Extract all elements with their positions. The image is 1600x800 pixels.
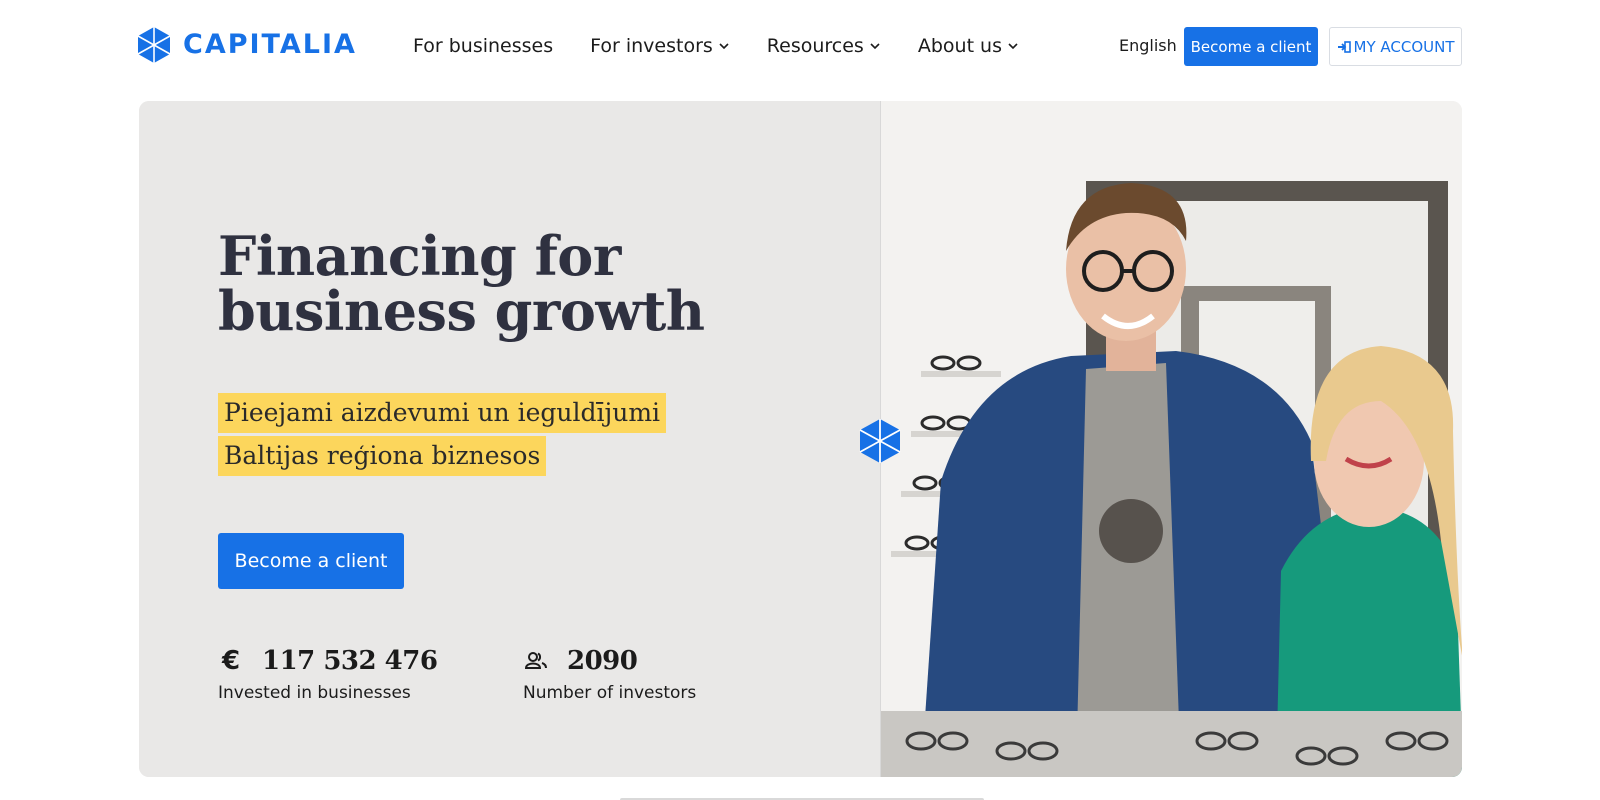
nav-for-businesses[interactable]: For businesses — [413, 35, 553, 57]
chevron-down-icon — [1007, 40, 1019, 52]
nav-label: For investors — [590, 35, 713, 57]
hero-subtitle-line1: Pieejami aizdevumi un ieguldījumi — [218, 393, 667, 433]
become-client-button-header[interactable]: Become a client — [1184, 27, 1318, 66]
hexagon-cube-icon — [858, 417, 902, 465]
hero-title-line2: business growth — [218, 279, 705, 343]
stat-value: 117 532 476 — [262, 646, 438, 676]
hero-subtitle: Pieejami aizdevumi un ieguldījumi Baltij… — [218, 393, 738, 479]
chevron-down-icon — [718, 40, 730, 52]
hero-photo — [880, 101, 1462, 777]
hero-content: Financing for business growth Pieejami a… — [139, 101, 880, 777]
stat-label: Number of investors — [523, 683, 697, 703]
site-header: CAPITALIA For businesses For investors R… — [0, 0, 1600, 94]
hero-subtitle-line2: Baltijas reģiona biznesos — [218, 436, 547, 476]
main-nav: For businesses For investors Resources A… — [413, 30, 1056, 62]
my-account-button[interactable]: MY ACCOUNT — [1329, 27, 1462, 66]
sign-in-icon — [1337, 40, 1351, 53]
nav-about-us[interactable]: About us — [918, 35, 1019, 57]
my-account-label: MY ACCOUNT — [1353, 37, 1455, 56]
chevron-down-icon — [869, 40, 881, 52]
nav-label: Resources — [766, 35, 864, 57]
nav-label: For businesses — [413, 35, 554, 57]
hexagon-cube-icon — [137, 27, 171, 63]
become-client-button-hero[interactable]: Become a client — [218, 533, 404, 589]
stat-invested: € 117 532 476 Invested in businesses — [218, 643, 438, 703]
language-selector[interactable]: English — [1119, 36, 1177, 55]
hero-title: Financing for business growth — [218, 229, 778, 339]
nav-resources[interactable]: Resources — [767, 35, 881, 57]
users-icon — [523, 648, 549, 674]
nav-label: About us — [917, 35, 1002, 57]
team-photo — [881, 101, 1462, 777]
brand-name: CAPITALIA — [183, 29, 357, 60]
brand-logo[interactable]: CAPITALIA — [137, 26, 357, 64]
hero-section: Financing for business growth Pieejami a… — [139, 101, 1462, 777]
euro-icon: € — [221, 646, 241, 676]
nav-for-investors[interactable]: For investors — [590, 35, 730, 57]
stat-investors: 2090 Number of investors — [523, 643, 696, 703]
stat-label: Invested in businesses — [218, 683, 411, 703]
stat-value: 2090 — [567, 646, 638, 676]
